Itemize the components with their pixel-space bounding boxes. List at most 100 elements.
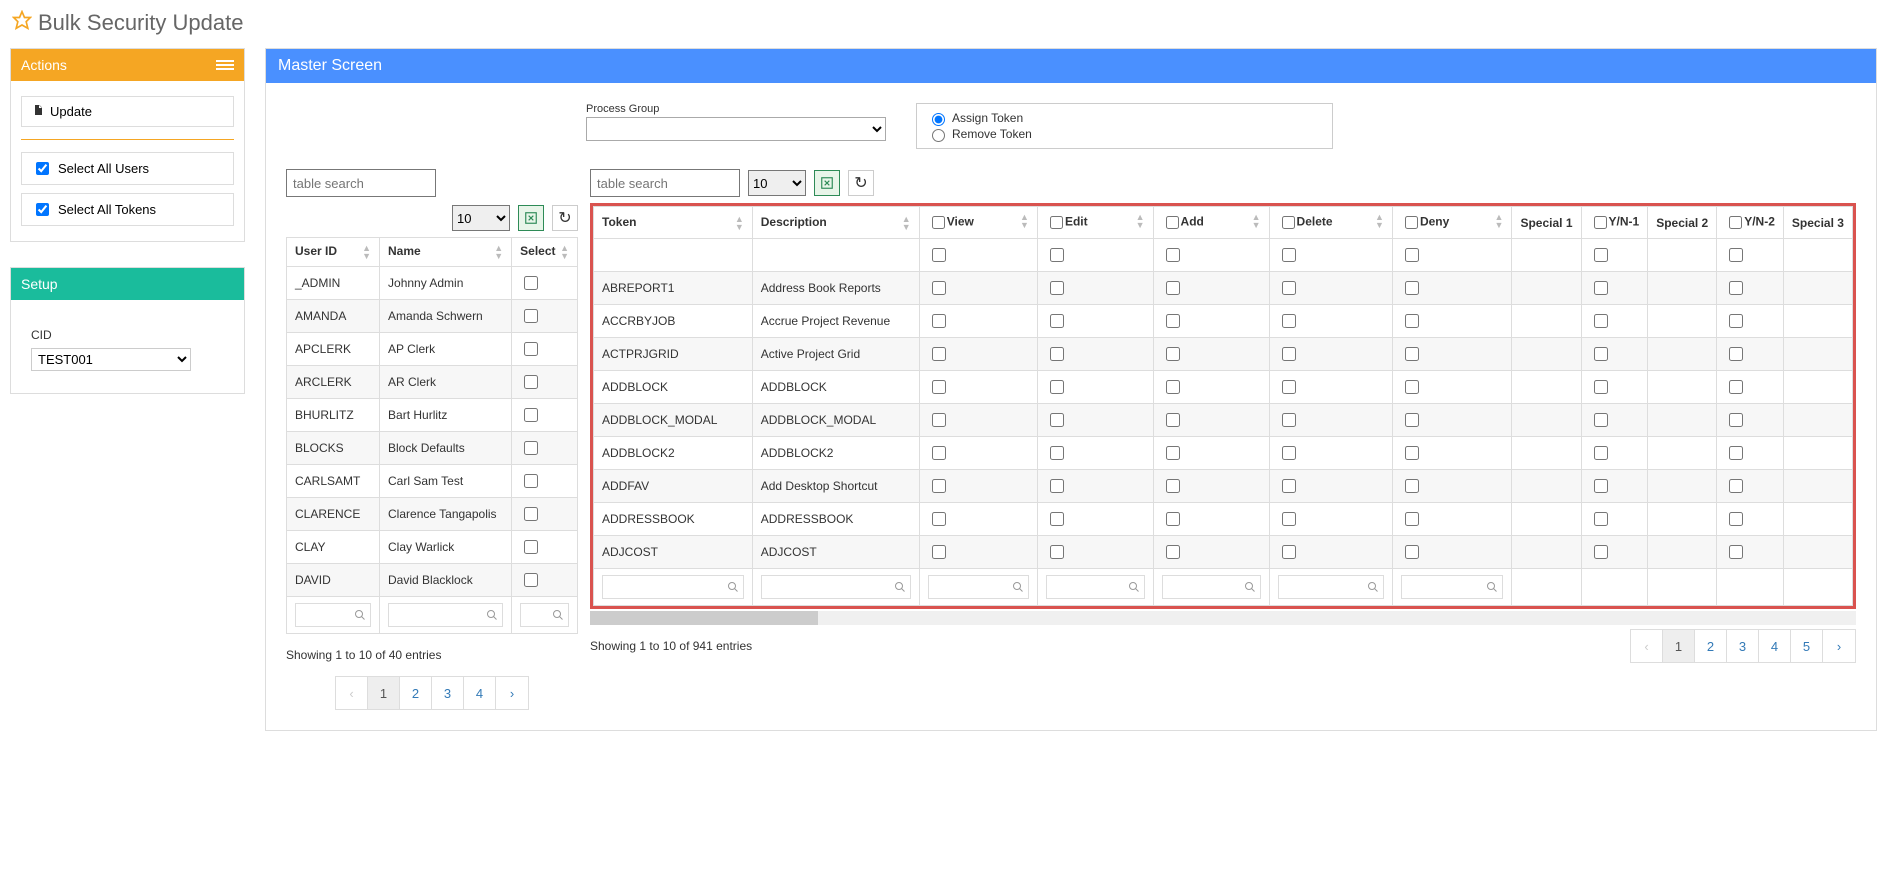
token-search-input[interactable] — [590, 169, 740, 197]
yn2-checkbox[interactable] — [1729, 545, 1743, 559]
yn1-checkbox[interactable] — [1594, 314, 1608, 328]
edit-checkbox[interactable] — [1050, 380, 1064, 394]
delete-checkbox[interactable] — [1282, 281, 1296, 295]
col-yn1[interactable]: Y/N-1 — [1581, 207, 1648, 239]
yn2-checkbox[interactable] — [1729, 380, 1743, 394]
yn1-checkbox[interactable] — [1594, 380, 1608, 394]
col-userid[interactable]: User ID▲▼ — [287, 238, 380, 267]
edit-checkbox[interactable] — [1050, 413, 1064, 427]
token-page-length[interactable]: 10 — [748, 170, 806, 196]
edit-checkbox[interactable] — [1050, 479, 1064, 493]
view-checkbox[interactable] — [932, 479, 946, 493]
pager-page[interactable]: 4 — [464, 677, 496, 709]
pager-page[interactable]: 5 — [1791, 630, 1823, 662]
col-special2[interactable]: Special 2 — [1648, 207, 1717, 239]
select-all-users-button[interactable]: Select All Users — [21, 152, 234, 185]
deny-checkbox[interactable] — [1405, 413, 1419, 427]
user-select-checkbox[interactable] — [524, 573, 538, 587]
user-search-input[interactable] — [286, 169, 436, 197]
edit-checkbox[interactable] — [1050, 314, 1064, 328]
view-checkbox[interactable] — [932, 347, 946, 361]
filter-deny[interactable] — [1401, 575, 1504, 599]
select-all-users-checkbox[interactable] — [36, 162, 49, 175]
excel-export-icon[interactable] — [814, 170, 840, 196]
view-checkbox[interactable] — [932, 380, 946, 394]
yn2-checkbox[interactable] — [1729, 248, 1743, 262]
view-checkbox[interactable] — [932, 446, 946, 460]
delete-checkbox[interactable] — [1282, 446, 1296, 460]
deny-checkbox[interactable] — [1405, 248, 1419, 262]
col-token[interactable]: Token▲▼ — [594, 207, 753, 239]
col-select[interactable]: Select▲▼ — [512, 238, 578, 267]
yn1-checkbox[interactable] — [1594, 545, 1608, 559]
remove-token-option[interactable]: Remove Token — [927, 126, 1032, 142]
hamburger-icon[interactable] — [216, 58, 234, 72]
add-checkbox[interactable] — [1166, 380, 1180, 394]
yn1-checkbox[interactable] — [1594, 446, 1608, 460]
user-select-checkbox[interactable] — [524, 342, 538, 356]
remove-token-radio[interactable] — [932, 129, 945, 142]
col-deny[interactable]: Deny▲▼ — [1392, 207, 1512, 239]
user-select-checkbox[interactable] — [524, 309, 538, 323]
excel-export-icon[interactable] — [518, 205, 544, 231]
yn1-checkbox[interactable] — [1594, 413, 1608, 427]
deny-checkbox[interactable] — [1405, 380, 1419, 394]
delete-checkbox[interactable] — [1282, 314, 1296, 328]
yn1-checkbox[interactable] — [1594, 347, 1608, 361]
col-name[interactable]: Name▲▼ — [380, 238, 512, 267]
process-group-select[interactable] — [586, 117, 886, 141]
filter-view[interactable] — [928, 575, 1029, 599]
deny-checkbox[interactable] — [1405, 347, 1419, 361]
yn2-checkbox[interactable] — [1729, 347, 1743, 361]
add-all-checkbox[interactable] — [1166, 216, 1179, 229]
edit-checkbox[interactable] — [1050, 512, 1064, 526]
yn2-checkbox[interactable] — [1729, 281, 1743, 295]
col-edit[interactable]: Edit▲▼ — [1037, 207, 1153, 239]
filter-edit[interactable] — [1046, 575, 1145, 599]
col-yn2[interactable]: Y/N-2 — [1717, 207, 1784, 239]
pager-page[interactable]: 2 — [400, 677, 432, 709]
view-checkbox[interactable] — [932, 281, 946, 295]
horizontal-scrollbar[interactable] — [590, 611, 1856, 625]
yn2-checkbox[interactable] — [1729, 479, 1743, 493]
yn1-checkbox[interactable] — [1594, 281, 1608, 295]
reload-icon[interactable]: ↻ — [848, 170, 874, 196]
deny-checkbox[interactable] — [1405, 545, 1419, 559]
yn1-checkbox[interactable] — [1594, 512, 1608, 526]
filter-token[interactable] — [602, 575, 744, 599]
view-checkbox[interactable] — [932, 248, 946, 262]
user-page-length[interactable]: 10 — [452, 205, 510, 231]
user-select-checkbox[interactable] — [524, 474, 538, 488]
filter-select[interactable] — [520, 603, 569, 627]
update-button[interactable]: Update — [21, 96, 234, 127]
filter-name[interactable] — [388, 603, 503, 627]
delete-checkbox[interactable] — [1282, 380, 1296, 394]
add-checkbox[interactable] — [1166, 248, 1180, 262]
filter-delete[interactable] — [1278, 575, 1384, 599]
user-select-checkbox[interactable] — [524, 408, 538, 422]
deny-checkbox[interactable] — [1405, 479, 1419, 493]
filter-userid[interactable] — [295, 603, 371, 627]
delete-checkbox[interactable] — [1282, 413, 1296, 427]
pager-page[interactable]: 1 — [368, 677, 400, 709]
deny-checkbox[interactable] — [1405, 512, 1419, 526]
yn2-checkbox[interactable] — [1729, 314, 1743, 328]
edit-checkbox[interactable] — [1050, 347, 1064, 361]
user-select-checkbox[interactable] — [524, 540, 538, 554]
yn2-all-checkbox[interactable] — [1729, 216, 1742, 229]
add-checkbox[interactable] — [1166, 281, 1180, 295]
add-checkbox[interactable] — [1166, 545, 1180, 559]
add-checkbox[interactable] — [1166, 446, 1180, 460]
col-special3[interactable]: Special 3 — [1783, 207, 1852, 239]
col-delete[interactable]: Delete▲▼ — [1269, 207, 1392, 239]
select-all-tokens-button[interactable]: Select All Tokens — [21, 193, 234, 226]
view-all-checkbox[interactable] — [932, 216, 945, 229]
pager-page[interactable]: 2 — [1695, 630, 1727, 662]
delete-checkbox[interactable] — [1282, 545, 1296, 559]
yn1-checkbox[interactable] — [1594, 479, 1608, 493]
edit-all-checkbox[interactable] — [1050, 216, 1063, 229]
user-select-checkbox[interactable] — [524, 375, 538, 389]
add-checkbox[interactable] — [1166, 479, 1180, 493]
deny-checkbox[interactable] — [1405, 314, 1419, 328]
select-all-tokens-checkbox[interactable] — [36, 203, 49, 216]
